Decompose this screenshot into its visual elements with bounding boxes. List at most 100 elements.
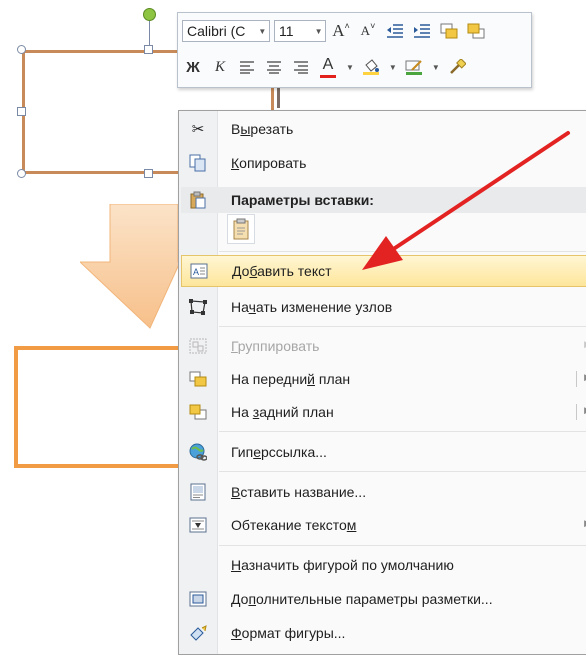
align-left-button[interactable] xyxy=(236,55,258,79)
paste-keep-formatting-button[interactable] xyxy=(227,214,255,244)
down-arrow-shape[interactable] xyxy=(80,204,180,330)
menu-item-cut[interactable]: ✂ Вырезать xyxy=(181,113,586,145)
mini-toolbar-row-format: Ж К A ▼ ▼ ▼ xyxy=(182,53,473,81)
menu-item-insert-caption[interactable]: Вставить название... xyxy=(181,476,586,508)
split-button-divider xyxy=(576,404,577,420)
rotation-handle[interactable] xyxy=(143,8,156,21)
pen-outline-icon xyxy=(405,60,422,75)
menu-item-hyperlink[interactable]: Гиперссылка... xyxy=(181,436,586,468)
rotation-handle-line xyxy=(149,21,150,47)
menu-item-label: Группировать xyxy=(231,338,320,354)
copy-icon xyxy=(181,147,215,179)
format-painter-icon xyxy=(449,59,466,74)
group-icon xyxy=(181,330,215,362)
align-center-icon xyxy=(267,61,281,74)
edit-points-icon xyxy=(181,291,215,323)
chevron-down-icon[interactable]: ▼ xyxy=(432,63,440,72)
shrink-font-button[interactable]: A ˅ xyxy=(357,19,379,43)
menu-item-set-as-default-shape[interactable]: Назначить фигурой по умолчанию xyxy=(181,549,586,581)
font-name-value: Calibri (C xyxy=(187,23,246,39)
shape-outline-button[interactable] xyxy=(403,55,425,79)
menu-item-label: На задний план xyxy=(231,404,334,420)
chevron-down-icon[interactable]: ▼ xyxy=(346,63,354,72)
menu-item-bring-to-front[interactable]: На передний план ▶ xyxy=(181,363,586,395)
decrease-indent-button[interactable] xyxy=(384,19,406,43)
menu-item-label: На передний план xyxy=(231,371,351,387)
menu-item-send-to-back[interactable]: На задний план ▶ xyxy=(181,396,586,428)
chevron-down-icon[interactable]: ▼ xyxy=(256,27,269,36)
font-name-combo[interactable]: Calibri (C ▼ xyxy=(182,20,270,42)
shrink-font-icon: A xyxy=(360,23,371,38)
layout-options-icon xyxy=(181,583,215,615)
shape-fill-button[interactable] xyxy=(360,55,382,79)
menu-item-format-shape[interactable]: Формат фигуры... xyxy=(181,617,586,649)
menu-item-label: Копировать xyxy=(231,155,307,171)
context-menu: ✂ Вырезать Копировать Параметры вставки:… xyxy=(178,110,586,655)
grow-font-button[interactable]: A ˄ xyxy=(330,19,352,43)
resize-handle-bottom[interactable] xyxy=(144,169,153,178)
font-size-combo[interactable]: 11 ▼ xyxy=(274,20,326,42)
hyperlink-globe-icon xyxy=(181,436,215,468)
font-color-swatch xyxy=(320,75,336,78)
menu-separator xyxy=(219,251,586,252)
increase-indent-button[interactable] xyxy=(411,19,433,43)
resize-handle-bottom-left[interactable] xyxy=(17,169,26,178)
menu-separator xyxy=(219,545,586,546)
send-to-back-icon xyxy=(181,396,215,428)
menu-separator xyxy=(219,431,586,432)
menu-item-label: Гиперссылка... xyxy=(231,444,327,460)
text-box-icon: A xyxy=(182,255,216,287)
bring-forward-icon xyxy=(440,23,458,39)
menu-item-label: Начать изменение узлов xyxy=(231,299,393,315)
bold-button[interactable]: Ж xyxy=(182,55,204,79)
align-right-button[interactable] xyxy=(290,55,312,79)
menu-item-label: Вставить название... xyxy=(231,484,367,500)
mini-toolbar-row-font: Calibri (C ▼ 11 ▼ A ˄ A ˅ xyxy=(182,17,492,45)
format-painter-button[interactable] xyxy=(446,55,468,79)
increase-indent-icon xyxy=(414,24,430,38)
insert-caption-icon xyxy=(181,476,215,508)
decrease-indent-icon xyxy=(387,24,403,38)
resize-handle-left[interactable] xyxy=(17,107,26,116)
menu-item-more-layout-options[interactable]: Дополнительные параметры разметки... xyxy=(181,583,586,615)
svg-text:A: A xyxy=(193,267,199,277)
grow-font-icon: A xyxy=(332,21,345,40)
chevron-down-icon[interactable]: ▼ xyxy=(389,63,397,72)
clipboard-icon xyxy=(181,187,215,213)
align-left-icon xyxy=(240,61,254,74)
mini-toolbar: Calibri (C ▼ 11 ▼ A ˄ A ˅ Ж К A ▼ ▼ ▼ xyxy=(177,12,532,88)
bring-to-front-icon xyxy=(181,363,215,395)
chevron-down-icon[interactable]: ▼ xyxy=(312,27,325,36)
italic-button[interactable]: К xyxy=(209,55,231,79)
menu-item-label: Обтекание текстом xyxy=(231,517,357,533)
paste-options-header: Параметры вставки: xyxy=(181,187,586,213)
menu-item-text-wrapping[interactable]: Обтекание текстом ▶ xyxy=(181,509,586,541)
font-color-button[interactable]: A xyxy=(317,55,339,79)
menu-separator xyxy=(219,471,586,472)
send-backward-icon xyxy=(467,23,485,39)
menu-item-add-text[interactable]: A Добавить текст xyxy=(181,255,586,287)
menu-item-label: Вырезать xyxy=(231,121,294,137)
font-size-value: 11 xyxy=(279,23,294,39)
menu-item-label: Дополнительные параметры разметки... xyxy=(231,591,493,607)
bring-forward-button[interactable] xyxy=(438,19,460,43)
align-center-button[interactable] xyxy=(263,55,285,79)
paint-bucket-icon xyxy=(362,59,379,75)
format-shape-icon xyxy=(181,617,215,649)
split-button-divider xyxy=(576,371,577,387)
menu-item-copy[interactable]: Копировать xyxy=(181,147,586,179)
resize-handle-top[interactable] xyxy=(144,45,153,54)
resize-handle-top-left[interactable] xyxy=(17,45,26,54)
menu-item-edit-points[interactable]: Начать изменение узлов xyxy=(181,291,586,323)
menu-item-group: Группировать ▶ xyxy=(181,330,586,362)
send-backward-button[interactable] xyxy=(465,19,487,43)
menu-item-label: Назначить фигурой по умолчанию xyxy=(231,557,454,573)
align-right-icon xyxy=(294,61,308,74)
text-wrapping-icon xyxy=(181,509,215,541)
blank-icon xyxy=(181,549,215,581)
menu-item-label: Формат фигуры... xyxy=(231,625,346,641)
menu-item-label: Добавить текст xyxy=(232,263,332,279)
caret-down-icon: ˅ xyxy=(370,21,376,31)
paste-options-title: Параметры вставки: xyxy=(231,192,374,208)
caret-up-icon: ˄ xyxy=(344,21,350,31)
